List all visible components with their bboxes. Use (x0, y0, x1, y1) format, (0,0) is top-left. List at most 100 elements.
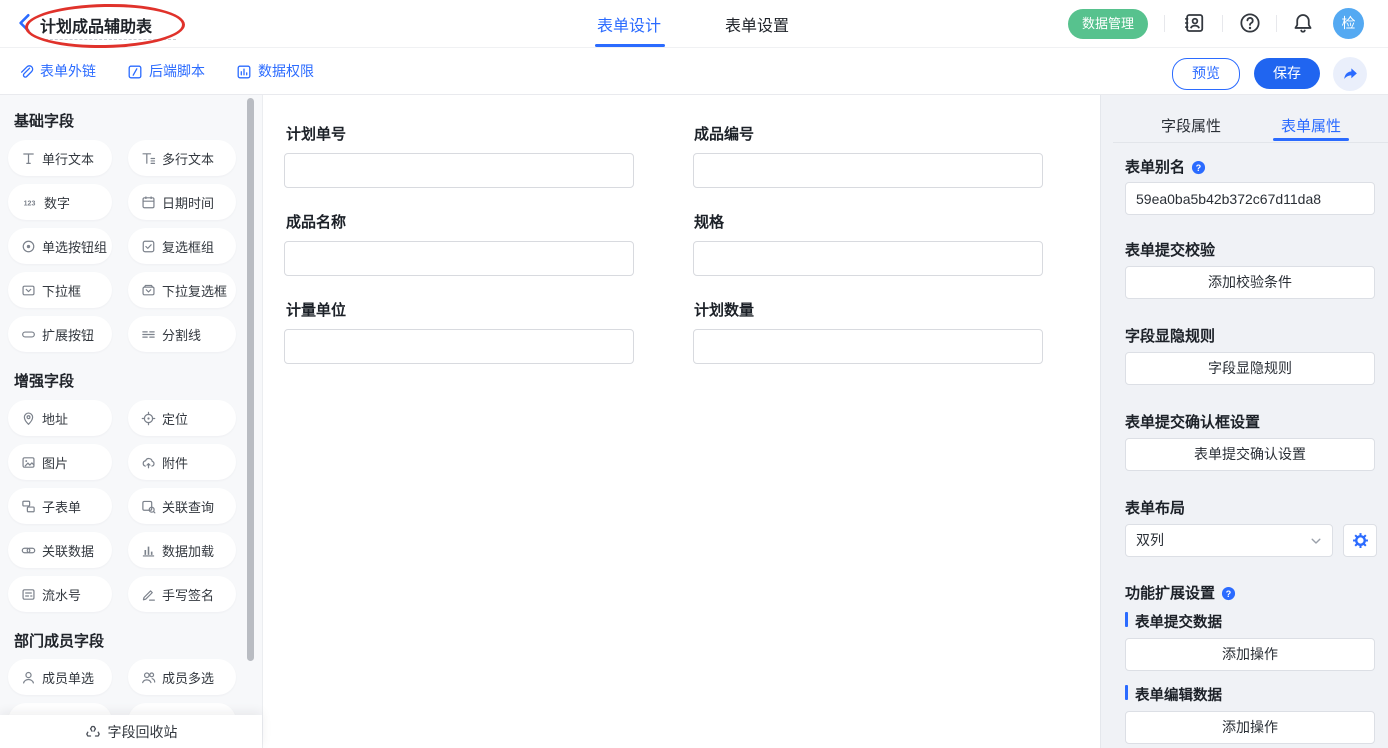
sidebar-scrollbar[interactable] (247, 98, 254, 661)
add-check-condition-button[interactable]: 添加校验条件 (1125, 266, 1375, 299)
form-layout-select[interactable]: 双列 (1125, 524, 1333, 557)
visibility-rule-button[interactable]: 字段显隐规则 (1125, 352, 1375, 385)
field-library-sidebar: 基础字段 单行文本 多行文本 数字 日期时间 单选按钮组 复选框组 下拉框 下拉… (0, 94, 262, 748)
field-input-product-name[interactable] (284, 241, 634, 276)
tab-form-design[interactable]: 表单设计 (597, 12, 661, 36)
app-header: 计划成品辅助表 表单设计 表单设置 数据管理 检 (0, 0, 1388, 48)
dropdown-icon (21, 283, 36, 298)
tab-form-settings[interactable]: 表单设置 (725, 12, 789, 36)
preview-button[interactable]: 预览 (1172, 58, 1240, 90)
field-item-divider[interactable]: 分割线 (128, 316, 236, 352)
form-alias-label: 表单别名 (1125, 156, 1206, 177)
field-recycle-bin[interactable]: 字段回收站 (0, 715, 262, 748)
field-item-dropdown[interactable]: 下拉框 (8, 272, 112, 308)
permission-icon (236, 64, 252, 80)
section-title-enhanced-fields: 增强字段 (14, 370, 74, 391)
add-action-button-edit[interactable]: 添加操作 (1125, 711, 1375, 744)
data-manage-button[interactable]: 数据管理 (1068, 9, 1148, 39)
field-item-member-multi[interactable]: 成员多选 (128, 659, 236, 695)
form-layout-label: 表单布局 (1125, 497, 1185, 518)
submit-check-label: 表单提交校验 (1125, 239, 1215, 260)
field-item-related-query[interactable]: 关联查询 (128, 488, 236, 524)
member-multi-icon (141, 670, 156, 685)
header-divider (1276, 15, 1277, 32)
field-input-spec[interactable] (693, 241, 1043, 276)
section-marker (1125, 612, 1128, 627)
field-item-extend-button[interactable]: 扩展按钮 (8, 316, 112, 352)
attachment-cloud-icon (141, 455, 156, 470)
form-toolbar: 表单外链 后端脚本 数据权限 预览 保存 (0, 48, 1388, 95)
field-label: 成品编号 (694, 123, 754, 144)
form-alias-input[interactable] (1125, 182, 1375, 215)
number-icon (21, 195, 38, 210)
field-item-image[interactable]: 图片 (8, 444, 112, 480)
back-button[interactable] (14, 12, 36, 34)
paperclip-icon (18, 64, 34, 80)
field-input-unit[interactable] (284, 329, 634, 364)
question-icon[interactable] (1191, 160, 1206, 175)
field-item-data-load[interactable]: 数据加载 (128, 532, 236, 568)
related-query-icon (141, 499, 156, 514)
field-item-signature[interactable]: 手写签名 (128, 576, 236, 612)
calendar-icon (141, 195, 156, 210)
image-icon (21, 455, 36, 470)
share-button[interactable] (1333, 57, 1367, 91)
script-icon (127, 64, 143, 80)
page-title: 计划成品辅助表 (40, 13, 152, 37)
submit-confirm-button[interactable]: 表单提交确认设置 (1125, 438, 1375, 471)
gear-icon (1352, 532, 1369, 549)
field-item-related-data[interactable]: 关联数据 (8, 532, 112, 568)
submit-data-label: 表单提交数据 (1135, 611, 1222, 632)
member-single-icon (21, 670, 36, 685)
field-item-datetime[interactable]: 日期时间 (128, 184, 236, 220)
question-icon[interactable] (1221, 586, 1236, 601)
single-line-text-icon (21, 151, 36, 166)
form-external-link[interactable]: 表单外链 (18, 61, 96, 81)
section-marker (1125, 685, 1128, 700)
multi-dropdown-icon (141, 283, 156, 298)
field-item-member-single[interactable]: 成员单选 (8, 659, 112, 695)
field-input-product-no[interactable] (693, 153, 1043, 188)
form-canvas[interactable]: 计划单号 成品编号 成品名称 规格 计量单位 计划数量 (262, 94, 1101, 748)
field-input-plan-qty[interactable] (693, 329, 1043, 364)
header-divider (1164, 15, 1165, 32)
field-label: 计划数量 (694, 299, 754, 320)
subform-icon (21, 499, 36, 514)
field-item-address[interactable]: 地址 (8, 400, 112, 436)
chevron-left-icon (14, 12, 36, 34)
data-load-icon (141, 543, 156, 558)
field-item-number[interactable]: 数字 (8, 184, 112, 220)
multi-line-text-icon (141, 151, 156, 166)
form-designer-app: 计划成品辅助表 表单设计 表单设置 数据管理 检 表单外链 后端脚本 数据权限 … (0, 0, 1388, 748)
tab-field-properties[interactable]: 字段属性 (1161, 115, 1221, 136)
field-label: 计划单号 (286, 123, 346, 144)
field-item-single-line-text[interactable]: 单行文本 (8, 140, 112, 176)
serial-number-icon (21, 587, 36, 602)
save-button[interactable]: 保存 (1254, 58, 1320, 89)
edit-data-label: 表单编辑数据 (1135, 684, 1222, 705)
layout-settings-button[interactable] (1343, 524, 1377, 557)
header-divider (1222, 15, 1223, 32)
tab-form-properties[interactable]: 表单属性 (1281, 115, 1341, 136)
field-item-radio-group[interactable]: 单选按钮组 (8, 228, 112, 264)
field-item-multi-line-text[interactable]: 多行文本 (128, 140, 236, 176)
contact-book-icon[interactable] (1183, 12, 1205, 34)
field-input-plan-no[interactable] (284, 153, 634, 188)
extension-settings-label: 功能扩展设置 (1125, 582, 1236, 603)
section-title-basic-fields: 基础字段 (14, 110, 74, 131)
data-permission-link[interactable]: 数据权限 (236, 61, 314, 81)
field-item-checkbox-group[interactable]: 复选框组 (128, 228, 236, 264)
backend-script-link[interactable]: 后端脚本 (127, 61, 205, 81)
field-item-attachment[interactable]: 附件 (128, 444, 236, 480)
field-item-locate[interactable]: 定位 (128, 400, 236, 436)
add-action-button-submit[interactable]: 添加操作 (1125, 638, 1375, 671)
field-item-serial-number[interactable]: 流水号 (8, 576, 112, 612)
field-item-multi-dropdown[interactable]: 下拉复选框 (128, 272, 236, 308)
field-item-subform[interactable]: 子表单 (8, 488, 112, 524)
divider-icon (141, 327, 156, 342)
help-icon[interactable] (1239, 12, 1261, 34)
properties-panel: 字段属性 表单属性 表单别名 表单提交校验 添加校验条件 字段显隐规则 字段显隐… (1100, 94, 1388, 748)
bell-icon[interactable] (1292, 12, 1314, 34)
radio-icon (21, 239, 36, 254)
avatar[interactable]: 检 (1333, 8, 1364, 39)
